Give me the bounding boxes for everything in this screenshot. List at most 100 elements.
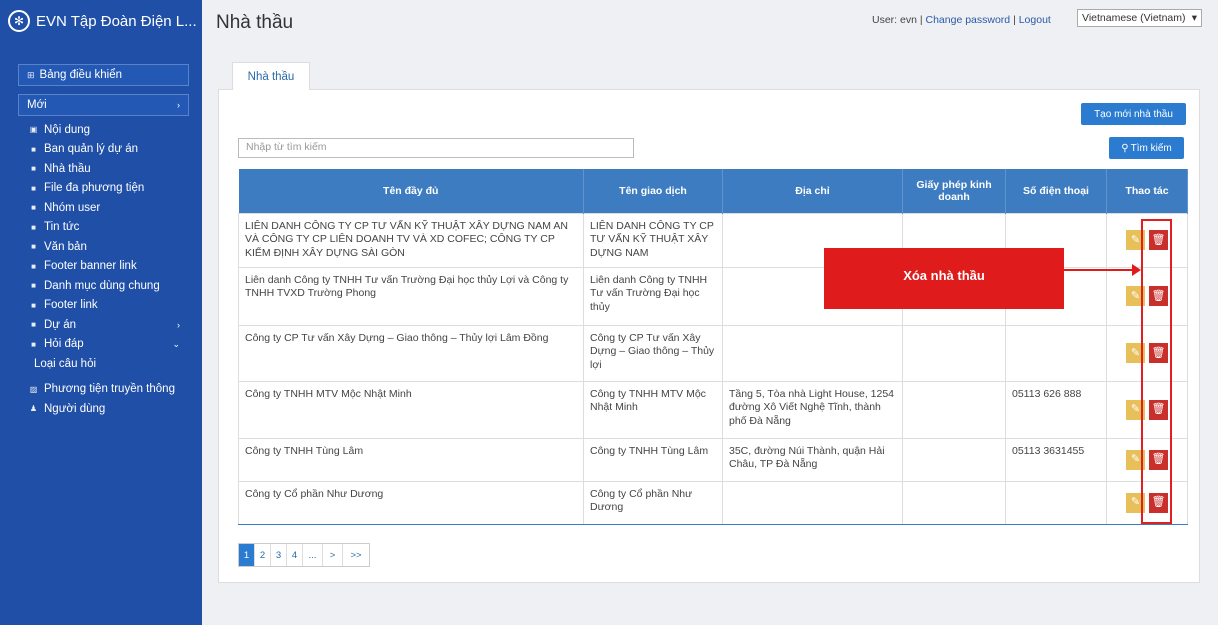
- column-header-address[interactable]: Địa chỉ: [722, 169, 903, 213]
- column-header-phone[interactable]: Số điện thoại: [1005, 169, 1107, 213]
- language-value: Vietnamese (Vietnam): [1082, 12, 1186, 24]
- cell-license: [902, 324, 1006, 382]
- sidebar-item-label: Dự án: [44, 318, 76, 331]
- square-icon: ■: [31, 164, 36, 174]
- user-label: User: evn |: [872, 14, 923, 26]
- sidebar-item-new[interactable]: Mới ›: [18, 94, 189, 116]
- sidebar-item-footer-banner-link[interactable]: ■ Footer banner link: [0, 257, 202, 277]
- cell-trade-name: Công ty TNHH Tùng Lâm: [583, 437, 723, 482]
- sidebar-item-media[interactable]: ▨ Phương tiện truyền thông: [0, 380, 202, 400]
- square-icon: ■: [31, 203, 36, 213]
- image-icon: ▨: [29, 384, 38, 394]
- chevron-down-icon: ⌄: [172, 338, 180, 349]
- user-bar: User: evn | Change password | Logout: [872, 14, 1051, 26]
- sidebar-item-label: Người dùng: [44, 402, 106, 415]
- sidebar-item-documents[interactable]: ■ Văn bản: [0, 237, 202, 257]
- sidebar-item-media-files[interactable]: ■ File đa phương tiện: [0, 179, 202, 199]
- edit-icon: ✎: [1130, 453, 1141, 466]
- cell-full-name: Liên danh Công ty TNHH Tư vấn Trường Đại…: [238, 266, 584, 326]
- page-2[interactable]: 2: [255, 544, 271, 566]
- square-icon: ■: [31, 320, 36, 330]
- contractors-table: Tên đầy đủ Tên giao dịch Địa chỉ Giấy ph…: [238, 169, 1188, 525]
- search-input[interactable]: Nhập từ tìm kiếm: [238, 138, 634, 158]
- cell-trade-name: Công ty Cổ phần Như Dương: [583, 480, 723, 525]
- cell-phone: [1005, 480, 1107, 525]
- page-1[interactable]: 1: [239, 544, 255, 566]
- change-password-link[interactable]: Change password: [926, 14, 1011, 26]
- brand-title: EVN Tập Đoàn Điện L...: [36, 12, 197, 30]
- brand[interactable]: ✻ EVN Tập Đoàn Điện L...: [0, 0, 202, 42]
- cell-license: [902, 480, 1006, 525]
- cell-full-name: Công ty TNHH Tùng Lâm: [238, 437, 584, 482]
- sidebar-item-footer-link[interactable]: ■ Footer link: [0, 296, 202, 316]
- annotation-arrow-line: [1064, 269, 1134, 271]
- cell-phone: 05113 626 888: [1005, 380, 1107, 439]
- separator: |: [1013, 14, 1016, 26]
- square-icon: ■: [31, 281, 36, 291]
- cell-license: [902, 437, 1006, 482]
- search-button[interactable]: ⚲ Tìm kiếm: [1109, 137, 1184, 159]
- column-header-license[interactable]: Giấy phép kinh doanh: [902, 169, 1006, 213]
- language-select[interactable]: Vietnamese (Vietnam) ▾: [1077, 9, 1202, 27]
- square-icon: ■: [31, 242, 36, 252]
- page-next[interactable]: >: [323, 544, 343, 566]
- page-last[interactable]: >>: [343, 544, 369, 566]
- logout-link[interactable]: Logout: [1019, 14, 1051, 26]
- edit-icon: ✎: [1130, 289, 1141, 302]
- cell-address: [722, 480, 903, 525]
- cell-phone: 05113 3631455: [1005, 437, 1107, 482]
- table-row: Công ty TNHH MTV Mộc Nhật Minh Công ty T…: [238, 380, 1188, 439]
- column-header-full-name[interactable]: Tên đầy đủ: [238, 169, 584, 213]
- cell-trade-name: Công ty CP Tư vấn Xây Dựng – Giao thông …: [583, 324, 723, 382]
- sidebar-item-news[interactable]: ■ Tin tức: [0, 218, 202, 238]
- page-4[interactable]: 4: [287, 544, 303, 566]
- sidebar-item-users[interactable]: ♟ Người dùng: [0, 399, 202, 419]
- cell-trade-name: LIÊN DANH CÔNG TY CP TƯ VẤN KỸ THUẬT XÂY…: [583, 212, 723, 268]
- sidebar-item-project-management[interactable]: ■ Ban quản lý dự án: [0, 140, 202, 160]
- pagination: 1 2 3 4 ... > >>: [238, 543, 370, 567]
- tab-contractors[interactable]: Nhà thầu: [232, 62, 310, 90]
- sidebar-item-faq[interactable]: ■ Hỏi đáp ⌄: [0, 335, 202, 355]
- page-3[interactable]: 3: [271, 544, 287, 566]
- sidebar-item-label: Nội dung: [44, 123, 91, 136]
- sidebar-item-label: Tin tức: [44, 221, 80, 234]
- sidebar-item-content[interactable]: ▣ Nội dung: [0, 120, 202, 140]
- page-title: Nhà thầu: [216, 12, 294, 33]
- sidebar-item-projects[interactable]: ■ Dự án ›: [0, 315, 202, 335]
- annotation-label: Xóa nhà thầu: [824, 248, 1064, 309]
- cell-phone: [1005, 324, 1107, 382]
- annotation-highlight-box: [1141, 219, 1172, 524]
- sidebar-item-user-groups[interactable]: ■ Nhóm user: [0, 198, 202, 218]
- search-button-label: Tìm kiếm: [1130, 142, 1172, 154]
- cell-full-name: Công ty Cổ phần Như Dương: [238, 480, 584, 525]
- square-icon: ■: [31, 300, 36, 310]
- sidebar-item-label: Nhà thầu: [44, 162, 91, 175]
- sidebar-item-dashboard[interactable]: ⊞ Bảng điều khiển: [18, 64, 189, 86]
- cell-full-name: Công ty TNHH MTV Mộc Nhật Minh: [238, 380, 584, 439]
- document-icon: ▣: [29, 125, 38, 135]
- sidebar-item-question-types[interactable]: Loại câu hỏi: [0, 354, 202, 374]
- sidebar-item-label: Ban quản lý dự án: [44, 143, 139, 156]
- sidebar-item-label: Nhóm user: [44, 201, 101, 214]
- sidebar-item-label: File đa phương tiện: [44, 182, 145, 195]
- sidebar-item-label: Văn bản: [44, 240, 87, 253]
- table-row: Công ty TNHH Tùng Lâm Công ty TNHH Tùng …: [238, 437, 1188, 482]
- page-ellipsis[interactable]: ...: [303, 544, 323, 566]
- cell-trade-name: Công ty TNHH MTV Mộc Nhật Minh: [583, 380, 723, 439]
- annotation-arrow-head: [1132, 264, 1141, 276]
- cell-trade-name: Liên danh Công ty TNHH Tư vấn Trường Đại…: [583, 266, 723, 326]
- create-contractor-button[interactable]: Tạo mới nhà thầu: [1081, 103, 1186, 125]
- logo-icon: ✻: [8, 10, 30, 32]
- square-icon: ■: [31, 183, 36, 193]
- sidebar-item-label: Footer link: [44, 299, 98, 312]
- edit-icon: ✎: [1130, 403, 1141, 416]
- table-row: Công ty CP Tư vấn Xây Dựng – Giao thông …: [238, 324, 1188, 382]
- cell-address: Tầng 5, Tòa nhà Light House, 1254 đường …: [722, 380, 903, 439]
- sidebar-item-contractors[interactable]: ■ Nhà thầu: [0, 159, 202, 179]
- sidebar-item-shared-categories[interactable]: ■ Danh mục dùng chung: [0, 276, 202, 296]
- sidebar-item-label: Footer banner link: [44, 260, 137, 273]
- cell-address: [722, 324, 903, 382]
- chevron-right-icon: ›: [177, 100, 180, 110]
- column-header-trade-name[interactable]: Tên giao dịch: [583, 169, 723, 213]
- cell-address: 35C, đường Núi Thành, quận Hải Châu, TP …: [722, 437, 903, 482]
